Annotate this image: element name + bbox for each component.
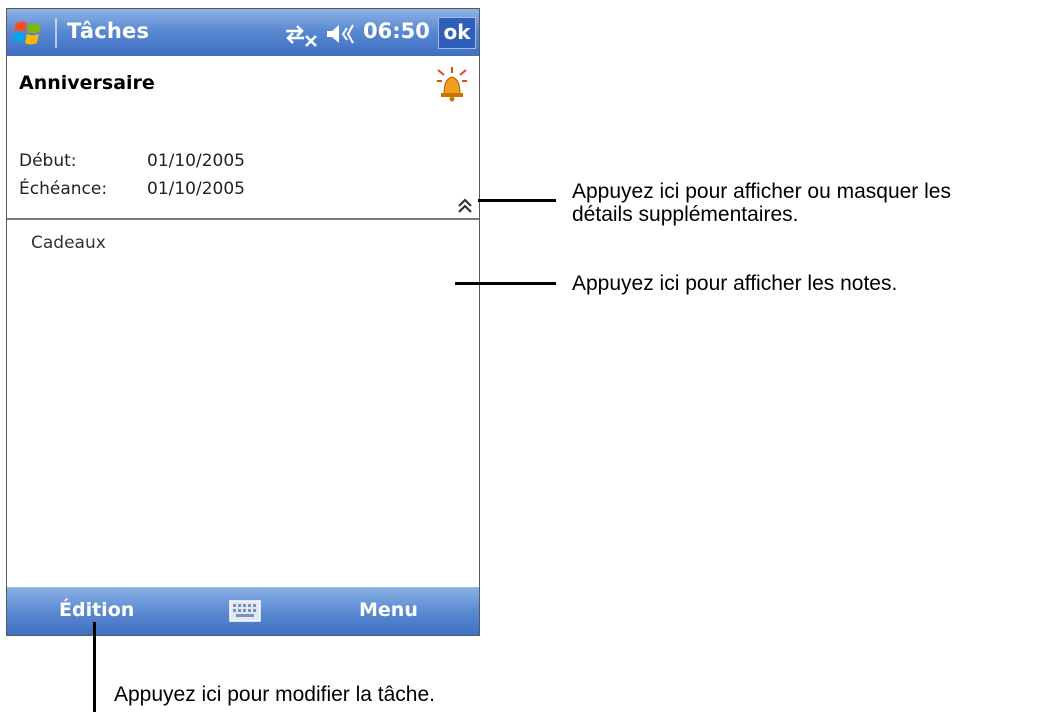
- collapse-details-icon[interactable]: [457, 197, 473, 215]
- reminder-bell-icon: [435, 66, 469, 102]
- start-date-value[interactable]: 01/10/2005: [147, 151, 245, 171]
- connectivity-icon[interactable]: [284, 22, 318, 48]
- start-date-label: Début:: [19, 151, 77, 171]
- details-divider: [7, 218, 479, 220]
- edit-callout-line: [93, 622, 96, 712]
- notes-callout-text: Appuyez ici pour afficher les notes.: [572, 272, 898, 295]
- ok-button[interactable]: ok: [438, 17, 476, 49]
- task-subject[interactable]: Anniversaire: [19, 72, 155, 94]
- windows-start-icon[interactable]: [12, 18, 45, 48]
- clock[interactable]: 06:50: [363, 19, 430, 43]
- notes-text[interactable]: Cadeaux: [31, 233, 106, 253]
- notes-callout-line: [455, 282, 556, 285]
- title-bar: Tâches 06:50 ok: [7, 9, 479, 56]
- menu-button[interactable]: Menu: [359, 599, 418, 621]
- pocket-pc-screen: Tâches 06:50 ok Anniversaire Début: 01/1…: [6, 8, 480, 636]
- edit-callout-text: Appuyez ici pour modifier la tâche.: [114, 683, 435, 706]
- volume-icon[interactable]: [325, 22, 359, 46]
- toggle-callout-line2: détails supplémentaires.: [572, 203, 799, 226]
- keyboard-icon[interactable]: [229, 599, 261, 623]
- menu-bar: Édition Menu: [7, 587, 479, 635]
- title-separator: [55, 18, 57, 48]
- toggle-callout-line: [478, 199, 556, 202]
- app-title: Tâches: [67, 19, 150, 43]
- due-date-value[interactable]: 01/10/2005: [147, 179, 245, 199]
- edit-menu-button[interactable]: Édition: [59, 599, 134, 621]
- due-date-label: Échéance:: [19, 179, 108, 199]
- toggle-callout-line1: Appuyez ici pour afficher ou masquer les: [572, 180, 951, 203]
